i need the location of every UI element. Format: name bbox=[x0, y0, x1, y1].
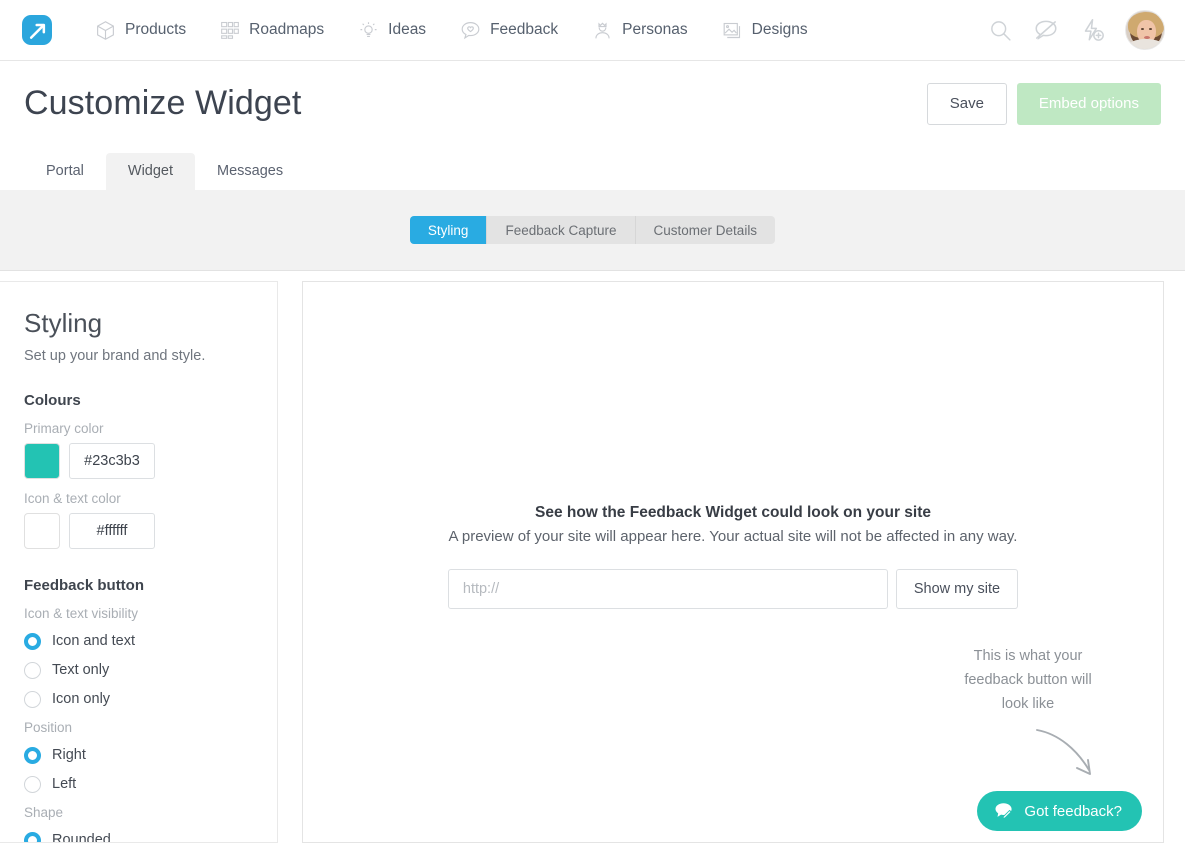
aha-arrow-logo-icon[interactable] bbox=[22, 15, 52, 45]
nav-item-ideas[interactable]: Ideas bbox=[341, 0, 443, 60]
quick-add-bolt-icon[interactable] bbox=[1079, 17, 1105, 43]
radio-indicator bbox=[24, 633, 41, 650]
box-icon bbox=[95, 20, 116, 41]
nav-label: Roadmaps bbox=[249, 21, 324, 39]
radio-label: Left bbox=[52, 776, 76, 792]
feedback-button-heading: Feedback button bbox=[24, 577, 253, 594]
embed-options-button[interactable]: Embed options bbox=[1017, 83, 1161, 125]
page-title: Customize Widget bbox=[24, 84, 301, 123]
tab-messages[interactable]: Messages bbox=[195, 153, 305, 191]
segment-feedback-capture[interactable]: Feedback Capture bbox=[487, 216, 635, 244]
nav-label: Personas bbox=[622, 21, 687, 39]
grid-icon bbox=[220, 20, 240, 40]
radio-text-only[interactable]: Text only bbox=[24, 662, 253, 679]
position-label: Position bbox=[24, 720, 253, 735]
person-crown-icon bbox=[592, 20, 613, 41]
sidebar-subtitle: Set up your brand and style. bbox=[24, 348, 253, 364]
search-icon[interactable] bbox=[988, 18, 1013, 43]
user-avatar[interactable] bbox=[1125, 10, 1165, 50]
preview-empty-state: See how the Feedback Widget could look o… bbox=[303, 504, 1163, 609]
preview-subtitle: A preview of your site will appear here.… bbox=[303, 528, 1163, 545]
icon-text-color-label: Icon & text color bbox=[24, 491, 253, 506]
primary-color-input[interactable]: #23c3b3 bbox=[69, 443, 155, 479]
nav-label: Designs bbox=[752, 21, 808, 39]
styling-settings-sidebar: Styling Set up your brand and style. Col… bbox=[0, 281, 278, 843]
visibility-label: Icon & text visibility bbox=[24, 606, 253, 621]
nav-right-actions bbox=[988, 10, 1167, 50]
radio-indicator bbox=[24, 662, 41, 679]
segment-styling[interactable]: Styling bbox=[410, 216, 488, 244]
radio-shape-rounded[interactable]: Rounded bbox=[24, 832, 253, 843]
tab-widget[interactable]: Widget bbox=[106, 153, 195, 191]
nav-item-personas[interactable]: Personas bbox=[575, 0, 704, 60]
sub-toolbar-band: Styling Feedback Capture Customer Detail… bbox=[0, 190, 1185, 271]
nav-item-products[interactable]: Products bbox=[78, 0, 203, 60]
nav-label: Products bbox=[125, 21, 186, 39]
radio-indicator bbox=[24, 747, 41, 764]
radio-label: Text only bbox=[52, 662, 109, 678]
site-url-input[interactable] bbox=[448, 569, 888, 609]
site-url-row: Show my site bbox=[303, 569, 1163, 609]
radio-indicator bbox=[24, 691, 41, 708]
feedback-button-hint: This is what your feedback button will l… bbox=[953, 645, 1103, 717]
radio-indicator bbox=[24, 776, 41, 793]
radio-label: Icon and text bbox=[52, 633, 135, 649]
nav-item-designs[interactable]: Designs bbox=[705, 0, 825, 60]
nav-item-roadmaps[interactable]: Roadmaps bbox=[203, 0, 341, 60]
radio-label: Rounded bbox=[52, 832, 111, 843]
save-button[interactable]: Save bbox=[927, 83, 1007, 125]
image-stack-icon bbox=[722, 20, 743, 41]
top-navigation-bar: Products Roadmaps Ideas bbox=[0, 0, 1185, 61]
preview-title: See how the Feedback Widget could look o… bbox=[303, 504, 1163, 522]
content-area: Styling Set up your brand and style. Col… bbox=[0, 271, 1185, 843]
notifications-muted-icon[interactable] bbox=[1033, 17, 1059, 43]
speech-heart-icon bbox=[460, 20, 481, 41]
radio-position-right[interactable]: Right bbox=[24, 747, 253, 764]
got-feedback-button[interactable]: Got feedback? bbox=[977, 791, 1142, 831]
radio-position-left[interactable]: Left bbox=[24, 776, 253, 793]
widget-preview-panel: See how the Feedback Widget could look o… bbox=[302, 281, 1164, 843]
lightbulb-icon bbox=[358, 20, 379, 41]
shape-label: Shape bbox=[24, 805, 253, 820]
primary-color-row: #23c3b3 bbox=[24, 443, 253, 479]
fab-label: Got feedback? bbox=[1024, 803, 1122, 820]
colours-heading: Colours bbox=[24, 392, 253, 409]
radio-indicator bbox=[24, 832, 41, 843]
sidebar-title: Styling bbox=[24, 309, 253, 338]
nav-label: Feedback bbox=[490, 21, 558, 39]
radio-icon-only[interactable]: Icon only bbox=[24, 691, 253, 708]
page-tabs: Portal Widget Messages bbox=[0, 146, 1185, 190]
nav-label: Ideas bbox=[388, 21, 426, 39]
nav-item-feedback[interactable]: Feedback bbox=[443, 0, 575, 60]
primary-nav-items: Products Roadmaps Ideas bbox=[78, 0, 825, 60]
curved-arrow-icon bbox=[1033, 724, 1103, 791]
radio-label: Icon only bbox=[52, 691, 110, 707]
radio-icon-and-text[interactable]: Icon and text bbox=[24, 633, 253, 650]
show-my-site-button[interactable]: Show my site bbox=[896, 569, 1018, 609]
radio-label: Right bbox=[52, 747, 86, 763]
primary-color-swatch[interactable] bbox=[24, 443, 60, 479]
page-header: Customize Widget Save Embed options bbox=[0, 61, 1185, 146]
header-actions: Save Embed options bbox=[927, 83, 1161, 125]
tab-portal[interactable]: Portal bbox=[24, 153, 106, 191]
primary-color-label: Primary color bbox=[24, 421, 253, 436]
speech-pencil-icon bbox=[993, 800, 1016, 823]
icon-text-color-row: #ffffff bbox=[24, 513, 253, 549]
segment-customer-details[interactable]: Customer Details bbox=[636, 216, 776, 244]
icon-text-color-input[interactable]: #ffffff bbox=[69, 513, 155, 549]
styling-segmented-control: Styling Feedback Capture Customer Detail… bbox=[410, 216, 775, 244]
icon-text-color-swatch[interactable] bbox=[24, 513, 60, 549]
